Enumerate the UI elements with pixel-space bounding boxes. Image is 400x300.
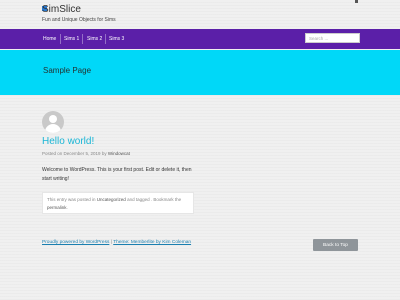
- post-title-link[interactable]: Hello world!: [42, 136, 94, 147]
- nav-item-home[interactable]: Home: [43, 29, 56, 49]
- entry-meta-middle: and tagged . Bookmark the: [127, 197, 182, 202]
- corner-mark: [355, 0, 358, 3]
- post-meta-prefix: Posted on: [42, 151, 63, 156]
- nav-item-sims-1[interactable]: Sims 1: [64, 29, 79, 49]
- page-banner: Sample Page: [0, 50, 400, 95]
- theme-link[interactable]: Theme: Memberlite by Kim Coleman: [113, 240, 191, 245]
- post-meta: Posted on December 5, 2019 by Windowcat: [42, 151, 130, 156]
- post-date-link[interactable]: December 5, 2019: [64, 151, 101, 156]
- nav-separator: [105, 34, 106, 44]
- nav-item-sims-2[interactable]: Sims 2: [87, 29, 102, 49]
- entry-meta-suffix: .: [66, 204, 68, 210]
- site-header: SimSlice Fun and Unique Objects for Sims: [0, 0, 400, 28]
- page-title: Sample Page: [43, 66, 92, 75]
- site-tagline: Fun and Unique Objects for Sims: [42, 17, 116, 23]
- permalink-link[interactable]: permalink: [47, 205, 67, 210]
- entry-meta-prefix: This entry was posted in: [47, 197, 96, 202]
- category-link[interactable]: Uncategorized: [97, 197, 126, 202]
- site-title[interactable]: SimSlice: [42, 4, 81, 15]
- nav-separator: [60, 34, 61, 44]
- post-author-link[interactable]: Windowcat: [108, 151, 130, 156]
- entry-meta-box: This entry was posted in Uncategorized a…: [42, 192, 194, 214]
- wordpress-link[interactable]: Proudly powered by WordPress: [42, 240, 109, 245]
- avatar-body: [45, 124, 61, 133]
- site-footer-info: Proudly powered by WordPress | Theme: Me…: [42, 240, 191, 245]
- nav-item-sims-3[interactable]: Sims 3: [109, 29, 124, 49]
- back-to-top-button[interactable]: Back to Top: [313, 239, 358, 251]
- author-avatar: [42, 111, 64, 133]
- post-content: Welcome to WordPress. This is your first…: [42, 167, 192, 182]
- post-meta-by: by: [101, 151, 107, 156]
- search-input[interactable]: [305, 33, 360, 43]
- avatar-head: [49, 115, 57, 123]
- footer-separator: |: [110, 240, 112, 245]
- nav-separator: [82, 34, 83, 44]
